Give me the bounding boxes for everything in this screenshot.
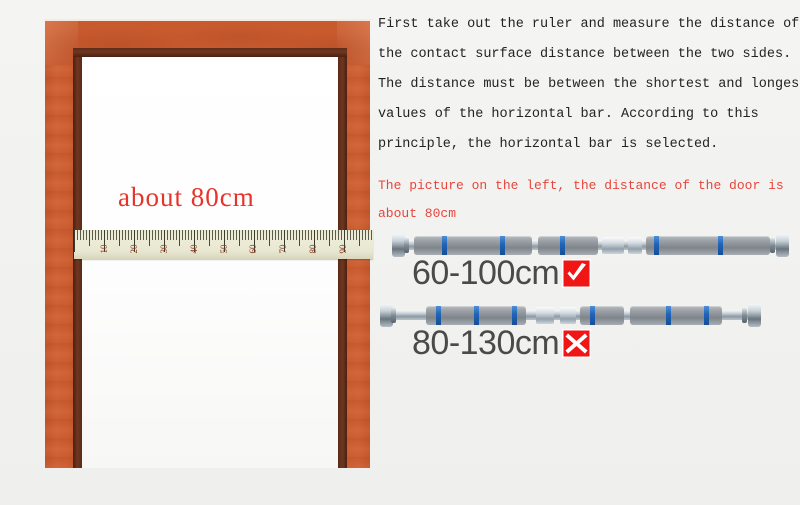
bar-endcap-right [748,304,761,327]
size-label-row-2: 80-130cm [412,324,592,362]
note-line-2: about 80cm [378,206,457,221]
ruler-number: 10 [98,244,109,254]
instruction-line-1: First take out the ruler and measure the… [378,17,800,32]
ruler-number: 80 [308,244,319,254]
size-label-row-1: 60-100cm [412,254,592,292]
bar-endcap-tip-right [742,308,747,323]
bar-ring-4 [654,236,659,255]
bar-ring-2 [474,306,479,325]
bar-grip-1 [414,236,532,255]
bar-ring-5 [718,236,723,255]
bar-ring-4 [590,306,595,325]
bar-ring-3 [512,306,517,325]
bar-collar-left [536,307,554,324]
instruction-line-2: the contact surface distance between the… [378,47,792,62]
bar-ring-1 [442,236,447,255]
instruction-paragraph: First take out the ruler and measure the… [378,10,800,160]
ruler-number: 40 [188,244,199,254]
note-line-1: The picture on the left, the distance of… [378,178,784,193]
bar-grip-2 [538,236,598,255]
check-mark-icon [562,258,592,288]
bar-ring-3 [560,236,565,255]
size-label-2: 80-130cm [412,324,560,362]
bar-grip-2 [580,306,624,325]
door-frame-illustration: about 80cm 10 20 30 40 50 60 70 80 90 [0,0,375,505]
door-reveal-top [73,48,347,57]
tape-measure: 10 20 30 40 50 60 70 80 90 [74,230,373,259]
ruler-number: 70 [278,244,289,254]
ruler-number: 30 [158,244,169,254]
ruler-number: 20 [128,244,139,254]
bar-grip-3 [646,236,770,255]
ruler-number-row: 10 20 30 40 50 60 70 80 90 [74,242,373,259]
ruler-number: 50 [218,244,229,254]
instruction-line-3: The distance must be between the shortes… [378,77,800,92]
bar-endcap-tip-right [770,238,775,253]
ruler-number: 90 [338,244,349,254]
bar-ring-5 [666,306,671,325]
bar-endcap-right [776,234,789,257]
bar-ring-2 [500,236,505,255]
instruction-line-5: principle, the horizontal bar is selecte… [378,137,719,152]
door-width-label: about 80cm [118,182,255,212]
bar-ring-6 [704,306,709,325]
door-frame-top-highlight [44,19,371,21]
product-instruction-image: about 80cm 10 20 30 40 50 60 70 80 90 First take… [0,0,800,505]
instruction-line-4: values of the horizontal bar. According … [378,107,759,122]
note-paragraph: The picture on the left, the distance of… [378,172,798,228]
bar-endcap-tip-left [404,238,409,253]
cross-mark-icon [562,328,592,358]
bar-ring-1 [436,306,441,325]
size-label-1: 60-100cm [412,254,560,292]
bar-collar-center [628,237,642,254]
door-opening [82,57,338,468]
ruler-number: 60 [248,244,259,254]
instruction-panel: First take out the ruler and measure the… [378,0,800,505]
bar-collar-left [602,237,624,254]
bar-collar-center [560,307,576,324]
bar-endcap-tip-left [391,308,396,323]
